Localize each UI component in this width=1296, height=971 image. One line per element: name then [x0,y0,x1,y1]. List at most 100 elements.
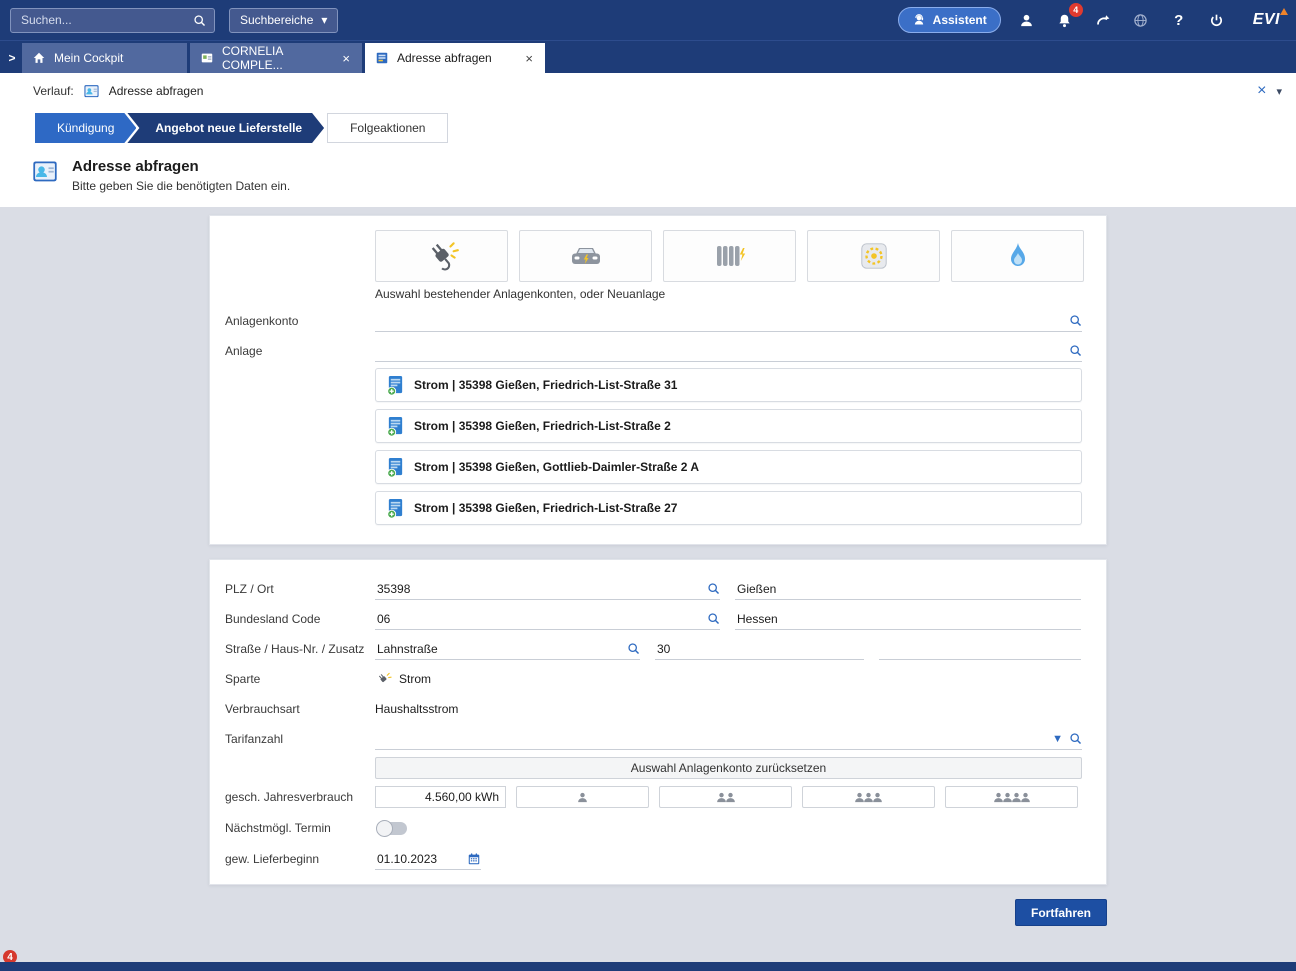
tab-label: CORNELIA COMPLE... [222,44,332,72]
anlage-list-item[interactable]: Strom | 35398 Gießen, Gottlieb-Daimler-S… [375,450,1082,484]
tarifanzahl-label: Tarifanzahl [225,732,375,746]
wizard-step-kuendigung[interactable]: Kündigung [35,113,136,143]
anlage-list-item[interactable]: Strom | 35398 Gießen, Friedrich-List-Str… [375,409,1082,443]
user-icon[interactable] [1015,8,1039,32]
redo-icon[interactable] [1091,8,1115,32]
burner-icon [859,241,889,271]
page-head: Verlauf: Adresse abfragen × ▾ Kündigung … [0,73,1296,207]
page-subtitle: Bitte geben Sie die benötigten Daten ein… [72,179,290,193]
anlage-input[interactable] [375,344,1063,358]
anlage-doc-plus-icon [386,416,405,437]
chevron-down-icon: ▾ [321,13,327,27]
strasse-search-icon[interactable] [627,642,640,655]
anlage-list-item[interactable]: Strom | 35398 Gießen, Friedrich-List-Str… [375,368,1082,402]
global-search[interactable] [10,8,215,33]
page-title: Adresse abfragen [72,158,290,175]
workflow-dropdown-icon[interactable]: ▾ [1276,85,1282,98]
assistent-label: Assistent [933,13,987,27]
top-bar: Suchbereiche ▾ Assistent 4 ? EVI [0,0,1296,40]
anlagen-list: Strom | 35398 Gießen, Friedrich-List-Str… [375,366,1082,534]
wizard-step-angebot[interactable]: Angebot neue Lieferstelle [127,113,324,143]
fortfahren-button[interactable]: Fortfahren [1015,899,1107,926]
address-card: PLZ / Ort Bundesland Code [209,559,1107,885]
jahresverbrauch-label: gesch. Jahresverbrauch [225,790,375,804]
strasse-input[interactable] [375,642,621,656]
main-area: Auswahl bestehender Anlagenkonten, oder … [0,207,1296,962]
tab-mein-cockpit[interactable]: Mein Cockpit [22,43,187,73]
plz-input[interactable] [375,582,701,596]
tile-gas[interactable] [951,230,1084,282]
tab-close-icon[interactable]: × [340,52,352,65]
calendar-icon[interactable] [467,852,481,866]
anlage-list-item[interactable]: Strom | 35398 Gießen, Friedrich-List-Str… [375,491,1082,525]
haushalt-1-person-button[interactable] [516,786,649,808]
haushalt-4-personen-button[interactable] [945,786,1078,808]
anlagenkonto-label: Anlagenkonto [225,314,375,328]
anlage-field[interactable] [375,340,1082,362]
power-icon[interactable] [1205,8,1229,32]
hausnr-field[interactable] [655,638,864,660]
lieferbeginn-input[interactable] [375,852,461,866]
tab-adresse-abfragen[interactable]: Adresse abfragen × [365,43,545,73]
tarifanzahl-input[interactable] [375,732,1046,746]
anlagenkonto-search-icon[interactable] [1069,314,1082,327]
tarifanzahl-dropdown-icon[interactable]: ▼ [1052,733,1063,745]
anlage-item-text: Strom | 35398 Gießen, Friedrich-List-Str… [414,378,677,392]
tab-cornelia[interactable]: CORNELIA COMPLE... × [190,43,362,73]
suchbereiche-label: Suchbereiche [240,13,313,27]
suchbereiche-button[interactable]: Suchbereiche ▾ [229,8,338,33]
anlagenkonto-field[interactable] [375,310,1082,332]
bundesland-code-input[interactable] [375,612,701,626]
haushalt-2-personen-button[interactable] [659,786,792,808]
ort-field[interactable] [735,578,1081,600]
tile-waerme[interactable] [663,230,796,282]
strasse-field[interactable] [375,638,640,660]
zusatz-input[interactable] [879,642,1081,656]
anlage-label: Anlage [225,344,375,358]
evi-logo-flame-icon [1280,8,1288,15]
tile-strom[interactable] [375,230,508,282]
assistent-button[interactable]: Assistent [898,7,1001,33]
session-globe-icon[interactable] [1129,8,1153,32]
jahresverbrauch-input[interactable] [375,786,506,808]
wizard-steps: Kündigung Angebot neue Lieferstelle Folg… [35,113,1296,143]
search-icon[interactable] [193,14,206,27]
bundesland-code-field[interactable] [375,608,720,630]
ort-input[interactable] [735,582,1081,596]
naechstmoegl-termin-toggle[interactable] [377,822,407,835]
tab-label: Mein Cockpit [54,51,123,65]
verlauf-label: Verlauf: [33,84,74,98]
notification-badge: 4 [1069,3,1083,17]
wizard-step-folgeaktionen[interactable]: Folgeaktionen [327,113,448,143]
help-icon[interactable]: ? [1167,8,1191,32]
bundesland-name-input[interactable] [735,612,1081,626]
tarifanzahl-field[interactable]: ▼ [375,728,1082,750]
zusatz-field[interactable] [879,638,1081,660]
plz-search-icon[interactable] [707,582,720,595]
workflow-close-icon[interactable]: × [1257,82,1266,100]
panel-expand-icon[interactable]: > [2,43,22,73]
bundesland-search-icon[interactable] [707,612,720,625]
plz-field[interactable] [375,578,720,600]
hausnr-input[interactable] [655,642,864,656]
bottom-bar [0,962,1296,971]
lieferbeginn-field[interactable] [375,848,481,870]
haushalt-3-personen-button[interactable] [802,786,935,808]
notifications-bell-icon[interactable]: 4 [1053,8,1077,32]
anlagenkonto-input[interactable] [375,314,1063,328]
search-input[interactable] [19,12,187,28]
bundesland-label: Bundesland Code [225,612,375,626]
tarifanzahl-search-icon[interactable] [1069,732,1082,745]
tile-emobilitaet[interactable] [519,230,652,282]
bundesland-name-field[interactable] [735,608,1081,630]
reset-anlagenkonto-button[interactable]: Auswahl Anlagenkonto zurücksetzen [375,757,1082,779]
headset-icon [912,13,926,27]
verbrauchsart-value: Haushaltsstrom [375,702,1082,716]
anlage-search-icon[interactable] [1069,344,1082,357]
home-icon [32,51,46,65]
tab-close-icon[interactable]: × [523,52,535,65]
verlauf-current[interactable]: Adresse abfragen [109,84,204,98]
sparte-label: Sparte [225,672,375,686]
tile-kochgas[interactable] [807,230,940,282]
flame-icon [1006,241,1030,271]
